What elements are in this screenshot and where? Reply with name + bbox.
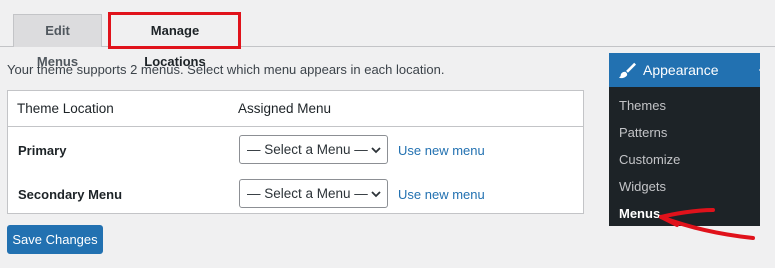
tab-manage-locations[interactable]: Manage Locations [110,14,240,69]
use-new-menu-link-primary[interactable]: Use new menu [398,143,485,158]
location-label-primary: Primary [18,143,67,158]
column-header-assigned-menu: Assigned Menu [238,101,332,116]
table-row: Secondary Menu — Select a Menu — Use new… [8,173,583,213]
submenu-menus[interactable]: Menus [619,206,660,221]
appearance-label: Appearance [643,62,719,78]
table-row: Primary — Select a Menu — Use new menu [8,129,583,169]
submenu-patterns[interactable]: Patterns [619,125,667,140]
secondary-menu-select[interactable]: — Select a Menu — [239,179,388,208]
select-value: — Select a Menu — [247,186,368,201]
menu-item-appearance[interactable]: Appearance [609,53,760,87]
select-value: — Select a Menu — [247,142,368,157]
intro-text: Your theme supports 2 menus. Select whic… [7,62,445,77]
menu-locations-table: Theme Location Assigned Menu Primary — S… [7,90,584,214]
use-new-menu-link-secondary[interactable]: Use new menu [398,187,485,202]
submenu-customize[interactable]: Customize [619,152,680,167]
admin-sidebar-menu: Appearance Themes Patterns Customize Wid… [609,53,760,226]
submenu-themes[interactable]: Themes [619,98,666,113]
nav-tabs: Edit Menus Manage Locations [0,0,775,69]
location-label-secondary: Secondary Menu [18,187,123,202]
primary-menu-select[interactable]: — Select a Menu — [239,135,388,164]
chevron-down-icon [371,147,381,154]
save-changes-button[interactable]: Save Changes [7,225,103,254]
paintbrush-icon [618,62,636,79]
chevron-down-icon [371,191,381,198]
current-menu-pointer [759,61,767,79]
column-header-theme-location: Theme Location [17,101,114,116]
tab-edit-menus[interactable]: Edit Menus [13,14,102,69]
table-header: Theme Location Assigned Menu [8,91,583,127]
submenu-widgets[interactable]: Widgets [619,179,666,194]
